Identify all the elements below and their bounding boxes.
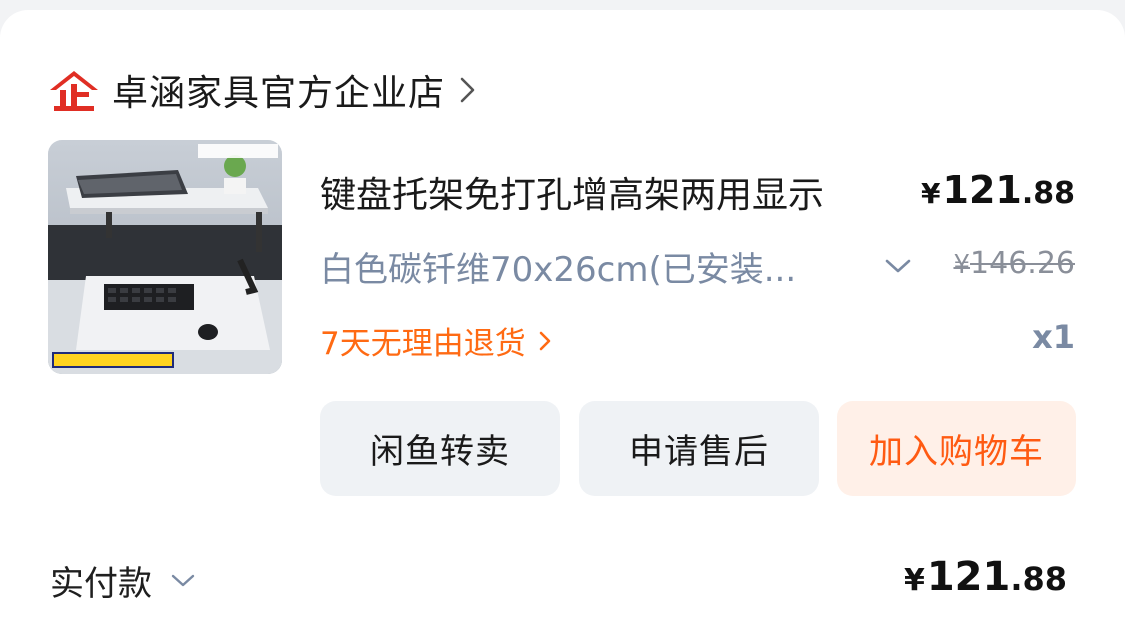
enterprise-badge-icon: [48, 68, 100, 112]
total-integer: 121: [926, 554, 1011, 600]
price-integer: 121: [942, 168, 1022, 212]
return-policy[interactable]: 7天无理由退货: [320, 318, 552, 363]
payment-label: 实付款: [50, 564, 152, 604]
shop-header[interactable]: 卓涵家具官方企业店: [48, 62, 479, 118]
chevron-down-icon: [170, 572, 196, 590]
original-price-amount: 146.26: [970, 246, 1075, 281]
chevron-down-icon[interactable]: [884, 256, 912, 276]
return-policy-label: 7天无理由退货: [320, 326, 526, 362]
payment-toggle[interactable]: 实付款: [50, 556, 196, 605]
total-currency: ¥: [903, 563, 925, 598]
order-card: 卓涵家具官方企业店 键盘托架免打孔增高架两用显示 ¥121.88 白色碳钎维70…: [0, 10, 1125, 642]
quantity: x1: [1032, 318, 1075, 356]
total-decimal: .88: [1010, 560, 1067, 598]
payment-total: ¥121.88: [904, 554, 1067, 600]
product-title[interactable]: 键盘托架免打孔增高架两用显示: [320, 166, 920, 218]
resell-xianyu-button[interactable]: 闲鱼转卖: [320, 401, 560, 496]
price-currency: ¥: [921, 177, 941, 210]
original-price: ¥146.26: [953, 246, 1075, 281]
add-to-cart-button[interactable]: 加入购物车: [837, 401, 1076, 496]
price-decimal: .88: [1021, 176, 1075, 211]
product-price: ¥121.88: [921, 168, 1075, 212]
after-sales-button[interactable]: 申请售后: [579, 401, 819, 496]
shop-name: 卓涵家具官方企业店: [112, 73, 446, 114]
chevron-right-icon: [538, 329, 552, 353]
original-price-currency: ¥: [953, 250, 971, 280]
chevron-right-icon: [455, 75, 479, 105]
product-image[interactable]: [48, 140, 282, 374]
product-spec[interactable]: 白色碳钎维70x26cm(已安装...: [320, 242, 860, 291]
